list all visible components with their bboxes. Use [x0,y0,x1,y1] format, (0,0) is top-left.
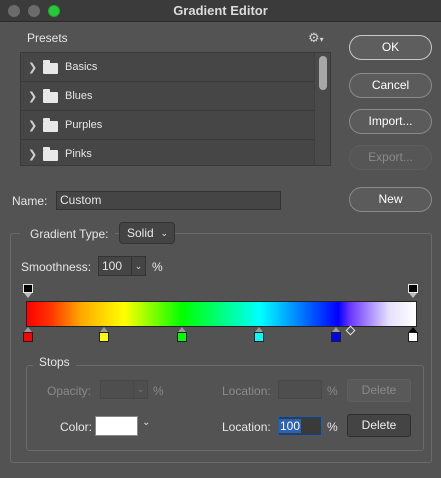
gradient-type-value: Solid [127,226,154,240]
folder-icon [43,118,58,132]
opacity-stop-square [23,284,33,293]
gradient-preview-bar[interactable] [26,301,417,327]
export-button: Export... [349,145,432,170]
preset-folder-label: Basics [65,61,98,73]
folder-icon [43,147,58,161]
color-stop-swatch [331,332,341,342]
window-title: Gradient Editor [173,3,268,18]
opacity-stop-pointer [24,293,32,298]
color-location-value: 100 [279,419,302,433]
color-stop-swatch [99,332,109,342]
opacity-dropdown-icon: ⌄ [134,380,148,399]
chevron-right-icon[interactable]: ❯ [28,90,37,103]
color-location-label: Location: [222,420,271,434]
folder-icon [43,89,58,103]
scrollbar-thumb[interactable] [319,56,327,90]
opacity-stop-right[interactable] [408,284,418,300]
name-input[interactable]: Custom [56,191,281,210]
color-stop-swatch [23,332,33,342]
ok-button[interactable]: OK [349,35,432,60]
color-stop-red[interactable] [23,327,33,343]
smoothness-input[interactable]: 100 [98,256,132,276]
color-stop-blue[interactable] [331,327,341,343]
opacity-delete-button: Delete [347,379,411,402]
opacity-stop-square [408,284,418,293]
color-stop-swatch [254,332,264,342]
color-stop-cyan[interactable] [254,327,264,343]
color-label: Color: [60,420,93,434]
color-stop-yellow[interactable] [99,327,109,343]
stops-label: Stops [33,355,76,369]
opacity-input [100,380,134,399]
color-stop-green[interactable] [177,327,187,343]
chevron-down-icon: ⌄ [160,228,168,238]
color-swatch[interactable] [95,416,138,436]
chevron-right-icon[interactable]: ❯ [28,148,37,161]
smoothness-label: Smoothness: [21,260,92,274]
color-stop-white[interactable] [408,327,418,343]
smoothness-unit: % [152,260,163,274]
color-location-unit: % [327,420,338,434]
color-location-input[interactable]: 100 [278,416,322,436]
opacity-location-label: Location: [222,384,271,398]
opacity-stop-left[interactable] [23,284,33,300]
title-bar: Gradient Editor [0,0,441,22]
presets-list: ❯ Basics ❯ Blues ❯ Purples ❯ Pinks [20,52,331,166]
opacity-label: Opacity: [47,384,92,398]
preset-folder-label: Pinks [65,148,92,160]
color-stop-swatch [177,332,187,342]
chevron-down-icon[interactable]: ⌄ [142,417,150,428]
gradient-type-label: Gradient Type: [20,227,115,241]
new-button[interactable]: New [349,187,432,212]
cancel-button[interactable]: Cancel [349,73,432,98]
opacity-location-input [278,380,322,399]
color-stop-swatch [408,332,418,342]
import-button[interactable]: Import... [349,109,432,134]
name-label: Name: [12,194,48,208]
preset-folder-label: Purples [65,119,103,131]
preset-folder-pinks[interactable]: ❯ Pinks [21,141,314,165]
stops-group [26,365,424,451]
gradient-type-dropdown[interactable]: Solid ⌄ [119,222,175,244]
opacity-unit: % [153,384,164,398]
preset-folder-basics[interactable]: ❯ Basics [21,54,314,82]
gear-icon[interactable]: ⚙▾ [308,30,324,46]
opacity-stop-pointer [409,293,417,298]
presets-scrollbar[interactable] [314,53,330,165]
preset-folder-label: Blues [65,90,93,102]
chevron-right-icon[interactable]: ❯ [28,61,37,74]
color-delete-button[interactable]: Delete [347,414,411,437]
presets-label: Presets [27,31,68,45]
opacity-location-unit: % [327,384,338,398]
folder-icon [43,60,58,74]
preset-folder-purples[interactable]: ❯ Purples [21,112,314,140]
smoothness-dropdown-icon[interactable]: ⌄ [132,256,146,276]
chevron-right-icon[interactable]: ❯ [28,119,37,132]
preset-folder-blues[interactable]: ❯ Blues [21,83,314,111]
